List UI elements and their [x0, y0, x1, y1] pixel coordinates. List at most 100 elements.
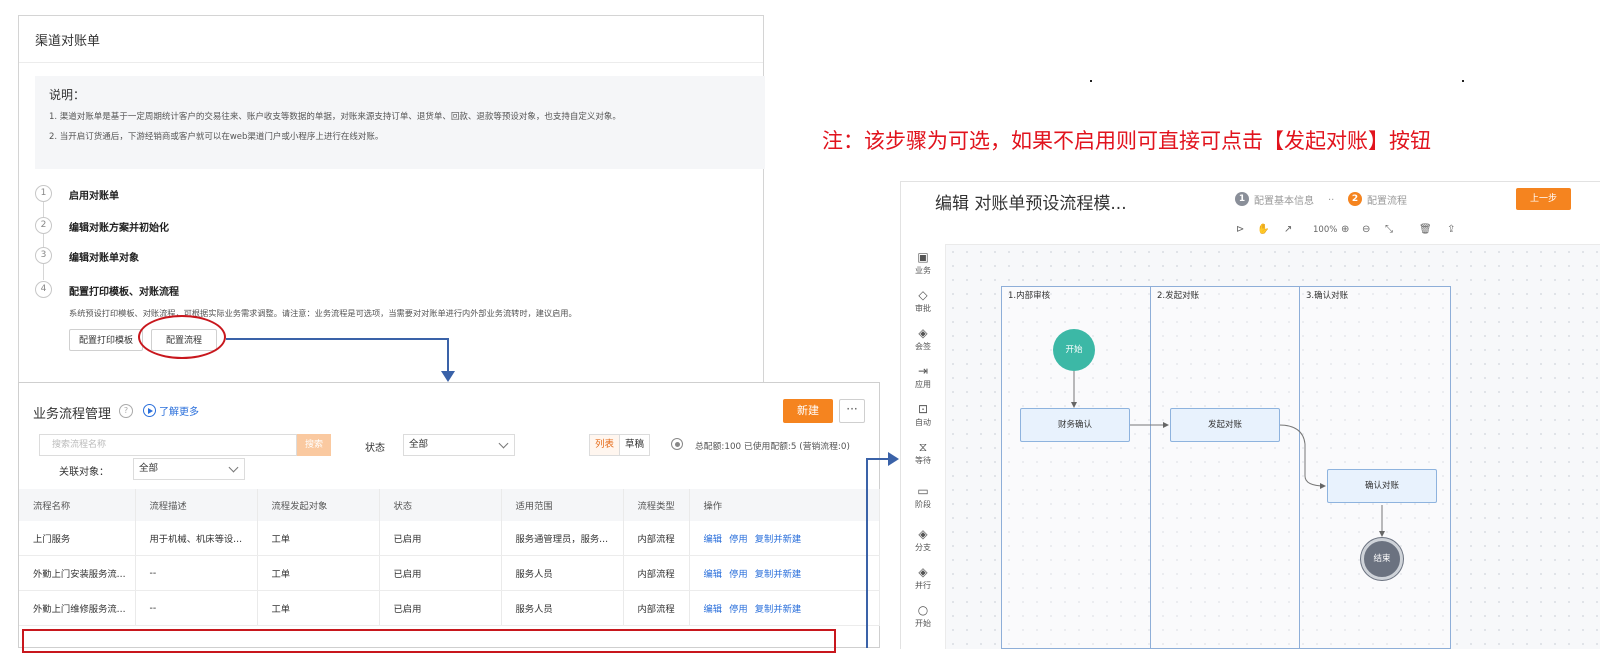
- table-row: 上门服务 用于机械、机床等设... 工单 已启用 服务通管理员，服务... 内部…: [19, 521, 880, 556]
- step-label-4: 配置打印模板、对账流程: [69, 287, 179, 298]
- page-title: 渠道对账单: [35, 34, 101, 49]
- copy-new-link[interactable]: 复制并新建: [755, 604, 802, 615]
- col-header: 操作: [689, 489, 880, 521]
- start-node[interactable]: 开始: [1053, 329, 1095, 371]
- step-label-3: 编辑对账单对象: [69, 253, 139, 264]
- status-select[interactable]: 全部: [403, 434, 515, 456]
- explanation-box: 说明： 1. 渠道对账单是基于一定周期统计客户的交易往来、账户收支等数据的单据，…: [35, 76, 765, 169]
- step-number-1: 1: [35, 185, 52, 202]
- process-title: 业务流程管理: [33, 407, 112, 422]
- step-number-4: 4: [35, 281, 52, 298]
- disable-link[interactable]: 停用: [729, 534, 748, 545]
- status-value: 全部: [409, 439, 429, 450]
- play-icon: [143, 404, 156, 417]
- status-label: 状态: [365, 443, 385, 454]
- col-header: 流程类型: [623, 489, 690, 521]
- cell-status: 已启用: [379, 521, 502, 556]
- related-object-select[interactable]: 全部: [133, 458, 245, 480]
- quota-text: 总配额:100 已使用配额:5 (营销流程:0): [695, 442, 850, 452]
- view-draft-tab[interactable]: 草稿: [619, 434, 650, 456]
- step-4-description: 系统预设打印模板、对账流程，可根据实际业务需求调整。请注意：业务流程是可选项，当…: [69, 308, 577, 318]
- process-table: 流程名称 流程描述 流程发起对象 状态 适用范围 流程类型 操作 上门服务 用于…: [19, 489, 880, 626]
- cell-desc: --: [135, 555, 258, 591]
- step-label-2: 编辑对账方案并初始化: [69, 223, 169, 234]
- cell-type: 内部流程: [623, 521, 690, 556]
- edit-link[interactable]: 编辑: [704, 569, 723, 580]
- cell-ops: 编辑 停用 复制并新建: [689, 555, 880, 591]
- help-icon[interactable]: ?: [119, 404, 133, 418]
- table-header: 流程名称 流程描述 流程发起对象 状态 适用范围 流程类型 操作: [19, 489, 880, 521]
- learn-more-label: 了解更多: [159, 407, 199, 418]
- dot-mark: [1462, 80, 1464, 82]
- cell-ops: 编辑 停用 复制并新建: [689, 590, 880, 626]
- node-confirm-statement[interactable]: 确认对账: [1327, 469, 1437, 503]
- optional-step-note: 注：该步骤为可选，如果不启用则可直接可点击【发起对账】按钮: [822, 129, 1431, 153]
- cell-name: 上门服务: [19, 521, 136, 556]
- table-row: 外勤上门安装服务流... -- 工单 已启用 服务人员 内部流程 编辑 停用 复制并…: [19, 555, 880, 591]
- highlight-row-box: [22, 629, 836, 653]
- node-finance-confirm[interactable]: 财务确认: [1020, 408, 1130, 442]
- config-print-template-button[interactable]: 配置打印模板: [69, 329, 143, 351]
- cell-name: 外勤上门安装服务流...: [19, 555, 136, 591]
- cell-status: 已启用: [379, 555, 502, 591]
- new-button[interactable]: 新建: [783, 399, 833, 423]
- cell-object: 工单: [257, 521, 380, 556]
- explanation-line-2: 2. 当开启订货通后，下游经销商或客户就可以在web渠道门户或小程序上进行在线对…: [49, 132, 384, 142]
- panel-header: 渠道对账单: [19, 16, 763, 63]
- more-button[interactable]: ···: [839, 399, 865, 423]
- edit-link[interactable]: 编辑: [704, 534, 723, 545]
- cell-object: 工单: [257, 555, 380, 591]
- cell-scope: 服务人员: [501, 590, 624, 626]
- copy-new-link[interactable]: 复制并新建: [755, 569, 802, 580]
- col-header: 适用范围: [501, 489, 624, 521]
- settings-icon[interactable]: [671, 438, 683, 450]
- cell-desc: --: [135, 590, 258, 626]
- edge: [1278, 424, 1326, 489]
- disable-link[interactable]: 停用: [729, 604, 748, 615]
- col-header: 状态: [379, 489, 502, 521]
- step-connector: [43, 262, 44, 280]
- related-object-value: 全部: [139, 463, 159, 474]
- cell-ops: 编辑 停用 复制并新建: [689, 521, 880, 556]
- cell-desc: 用于机械、机床等设...: [135, 521, 258, 556]
- cell-name: 外勤上门维修服务流...: [19, 590, 136, 626]
- chevron-down-icon: [498, 438, 509, 449]
- cell-scope: 服务人员: [501, 555, 624, 591]
- search-input[interactable]: 搜索流程名称: [39, 434, 297, 456]
- chevron-down-icon: [228, 462, 239, 473]
- edit-link[interactable]: 编辑: [704, 604, 723, 615]
- flow-editor-panel: 编辑 对账单预设流程模... 1 配置基本信息 .. 2 配置流程 上一步 ⊳ …: [900, 181, 1600, 649]
- process-management-panel: 业务流程管理 ? 了解更多 新建 ··· 搜索流程名称 搜索 状态 全部 列表 …: [18, 382, 880, 648]
- step-number-3: 3: [35, 247, 52, 264]
- arrow-down-icon: [441, 371, 455, 382]
- arrow-right-icon: [888, 452, 899, 466]
- col-header: 流程发起对象: [257, 489, 380, 521]
- explanation-title: 说明：: [49, 88, 86, 102]
- col-header: 流程名称: [19, 489, 136, 521]
- search-button[interactable]: 搜索: [297, 434, 331, 456]
- dot-mark: [1090, 80, 1092, 82]
- node-initiate-statement[interactable]: 发起对账: [1170, 408, 1280, 442]
- cell-status: 已启用: [379, 590, 502, 626]
- connector-line: [866, 459, 868, 648]
- copy-new-link[interactable]: 复制并新建: [755, 534, 802, 545]
- step-number-2: 2: [35, 217, 52, 234]
- cell-object: 工单: [257, 590, 380, 626]
- learn-more-link[interactable]: 了解更多: [143, 403, 199, 418]
- connector-line: [866, 458, 890, 460]
- cell-type: 内部流程: [623, 590, 690, 626]
- explanation-line-1: 1. 渠道对账单是基于一定周期统计客户的交易往来、账户收支等数据的单据，对账来源…: [49, 112, 621, 122]
- cell-type: 内部流程: [623, 555, 690, 591]
- connector-line: [447, 338, 449, 373]
- col-header: 流程描述: [135, 489, 258, 521]
- connector-line: [226, 338, 449, 340]
- disable-link[interactable]: 停用: [729, 569, 748, 580]
- end-node[interactable]: 结束: [1361, 538, 1403, 580]
- step-label-1: 启用对账单: [69, 191, 119, 202]
- step-connector: [43, 232, 44, 248]
- related-object-label: 关联对象：: [59, 467, 109, 478]
- cell-scope: 服务通管理员，服务...: [501, 521, 624, 556]
- highlight-oval: [138, 315, 226, 359]
- table-row: 外勤上门维修服务流... -- 工单 已启用 服务人员 内部流程 编辑 停用 复制并…: [19, 590, 880, 626]
- view-list-tab[interactable]: 列表: [589, 434, 620, 456]
